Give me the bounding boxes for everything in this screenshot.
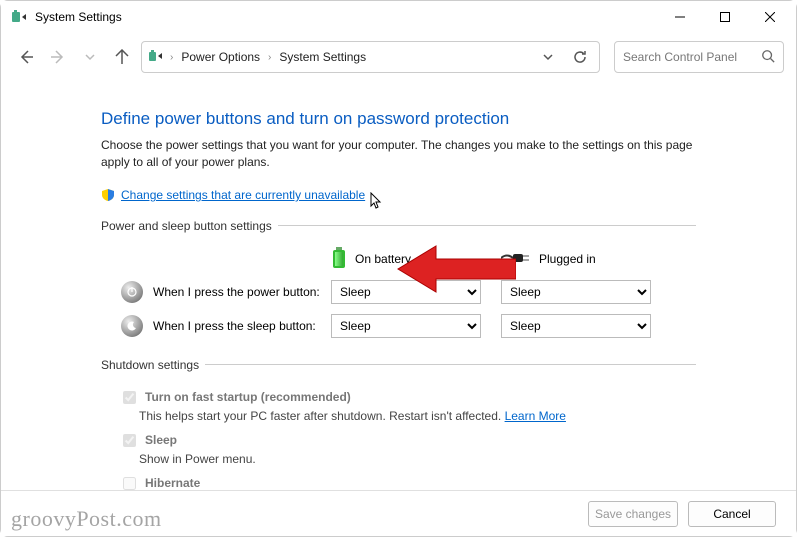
power-button-label: When I press the power button: (153, 285, 320, 299)
refresh-button[interactable] (567, 44, 593, 70)
fast-startup-checkbox (123, 391, 136, 404)
hibernate-checkbox (123, 477, 136, 490)
maximize-button[interactable] (702, 2, 747, 32)
page-description: Choose the power settings that you want … (101, 137, 696, 172)
scrollbar-track[interactable] (780, 83, 794, 488)
sleep-button-plugged-select[interactable]: Sleep (501, 314, 651, 338)
hibernate-option-label: Hibernate (145, 476, 200, 490)
power-button-icon (121, 281, 143, 303)
chevron-right-icon: › (170, 52, 173, 63)
app-icon (11, 9, 27, 25)
breadcrumb-seg-2[interactable]: System Settings (277, 48, 368, 66)
address-dropdown-button[interactable] (535, 44, 561, 70)
sleep-checkbox (123, 434, 136, 447)
forward-button[interactable] (45, 44, 71, 70)
address-bar[interactable]: › Power Options › System Settings (141, 41, 600, 73)
power-button-battery-select[interactable]: Sleep (331, 280, 481, 304)
recent-locations-button[interactable] (77, 44, 103, 70)
search-icon (761, 49, 775, 66)
sleep-button-battery-select[interactable]: Sleep (331, 314, 481, 338)
back-button[interactable] (13, 44, 39, 70)
fast-startup-description: This helps start your PC faster after sh… (139, 409, 696, 423)
page-heading: Define power buttons and turn on passwor… (101, 109, 696, 129)
shutdown-legend: Shutdown settings (101, 358, 205, 372)
chevron-right-icon: › (268, 52, 271, 63)
up-button[interactable] (109, 44, 135, 70)
watermark: groovyPost.com (11, 506, 162, 532)
power-button-plugged-select[interactable]: Sleep (501, 280, 651, 304)
save-changes-button: Save changes (588, 501, 678, 527)
sleep-button-icon (121, 315, 143, 337)
learn-more-link[interactable]: Learn More (505, 409, 566, 423)
shield-icon (101, 188, 115, 202)
content-area: Define power buttons and turn on passwor… (1, 81, 796, 517)
plug-icon (501, 251, 531, 268)
plugged-in-label: Plugged in (539, 252, 596, 266)
address-icon (148, 48, 164, 67)
nav-bar: › Power Options › System Settings Search… (1, 33, 796, 81)
cursor-icon (367, 192, 383, 215)
sleep-button-label: When I press the sleep button: (153, 319, 316, 333)
fast-startup-label: Turn on fast startup (recommended) (145, 390, 351, 404)
change-settings-link[interactable]: Change settings that are currently unava… (121, 188, 365, 202)
breadcrumb-seg-1[interactable]: Power Options (179, 48, 262, 66)
power-sleep-group: Power and sleep button settings On batte… (101, 219, 696, 348)
power-sleep-legend: Power and sleep button settings (101, 219, 278, 233)
minimize-button[interactable] (657, 2, 702, 32)
cancel-button[interactable]: Cancel (688, 501, 776, 527)
search-placeholder: Search Control Panel (623, 50, 761, 64)
on-battery-label: On battery (355, 252, 411, 266)
battery-icon (331, 247, 347, 272)
close-button[interactable] (747, 2, 792, 32)
sleep-option-description: Show in Power menu. (139, 452, 696, 466)
sleep-option-label: Sleep (145, 433, 177, 447)
search-input[interactable]: Search Control Panel (614, 41, 784, 73)
window-title: System Settings (35, 10, 657, 24)
title-bar: System Settings (1, 1, 796, 33)
